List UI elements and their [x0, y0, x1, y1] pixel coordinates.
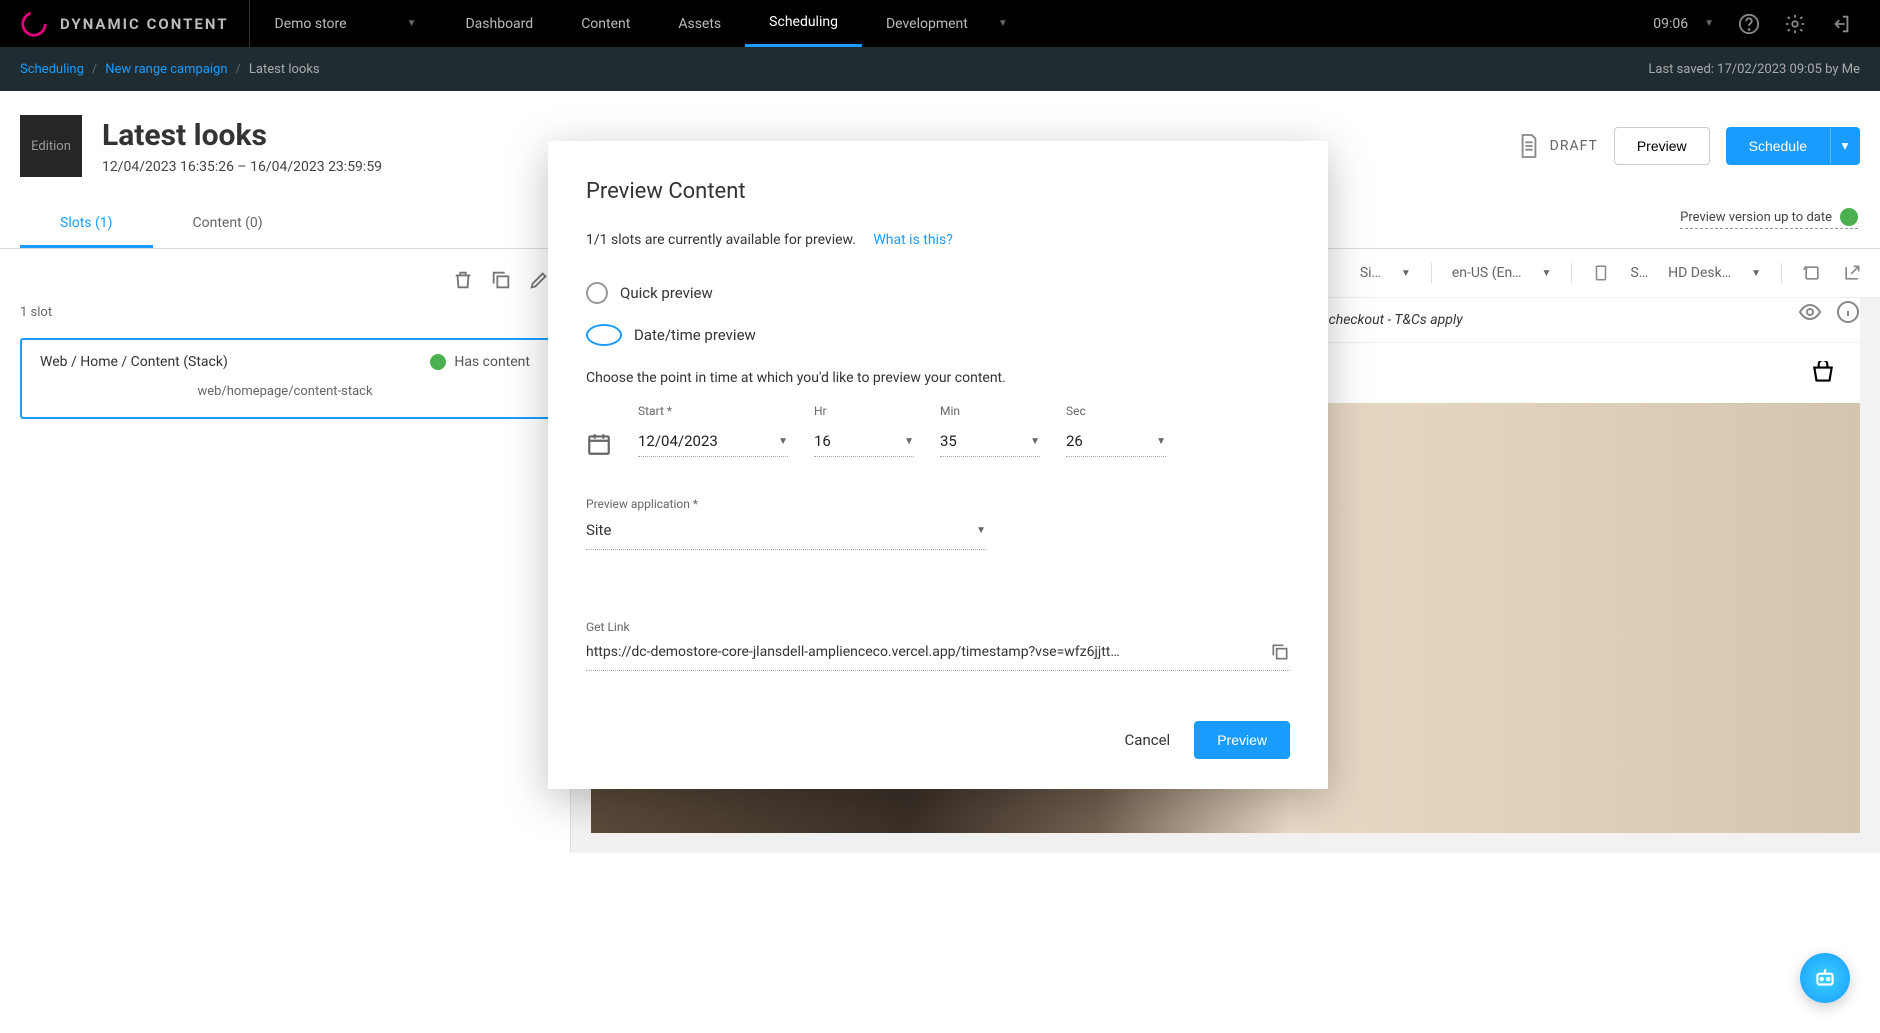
modal-footer: Cancel Preview: [586, 721, 1290, 759]
copy-link-icon[interactable]: [1270, 642, 1290, 662]
quick-preview-option[interactable]: Quick preview: [586, 282, 1290, 304]
start-date-value: 12/04/2023: [638, 432, 718, 450]
hour-value: 16: [814, 432, 831, 450]
slots-availability: 1/1 slots are currently available for pr…: [586, 232, 856, 248]
chevron-down-icon: ▼: [1030, 436, 1040, 447]
modal-subtitle: 1/1 slots are currently available for pr…: [586, 232, 1290, 248]
preview-url: https://dc-demostore-core-jlansdell-ampl…: [586, 644, 1252, 660]
radio-on-icon: [586, 324, 622, 346]
second-label: Sec: [1066, 404, 1166, 418]
modal-preview-button[interactable]: Preview: [1194, 721, 1290, 759]
chevron-down-icon: ▼: [904, 436, 914, 447]
second-value: 26: [1066, 432, 1083, 450]
hour-field[interactable]: Hr 16 ▼: [814, 404, 914, 457]
preview-content-modal: Preview Content 1/1 slots are currently …: [548, 141, 1328, 789]
datetime-preview-option[interactable]: Date/time preview: [586, 324, 1290, 346]
chevron-down-icon: ▼: [976, 525, 986, 536]
cancel-button[interactable]: Cancel: [1125, 731, 1171, 749]
preview-app-label: Preview application *: [586, 497, 1290, 511]
datetime-inputs: Start * 12/04/2023 ▼ Hr 16 ▼ Min 35 ▼ Sec 2…: [586, 404, 1290, 457]
hour-label: Hr: [814, 404, 914, 418]
get-link-label: Get Link: [586, 620, 1290, 634]
get-link-field: Get Link https://dc-demostore-core-jlans…: [586, 620, 1290, 671]
quick-preview-label: Quick preview: [620, 284, 713, 302]
datetime-instruction: Choose the point in time at which you'd …: [586, 370, 1290, 386]
minute-field[interactable]: Min 35 ▼: [940, 404, 1040, 457]
radio-off-icon: [586, 282, 608, 304]
minute-value: 35: [940, 432, 957, 450]
minute-label: Min: [940, 404, 1040, 418]
preview-app-value: Site: [586, 521, 611, 539]
second-field[interactable]: Sec 26 ▼: [1066, 404, 1166, 457]
what-is-this-link[interactable]: What is this?: [873, 232, 952, 248]
modal-title: Preview Content: [586, 179, 1290, 204]
start-date-label: Start *: [638, 404, 788, 418]
chevron-down-icon: ▼: [1156, 436, 1166, 447]
modal-overlay: Preview Content 1/1 slots are currently …: [0, 0, 1880, 1033]
calendar-icon[interactable]: [586, 431, 612, 457]
chevron-down-icon: ▼: [778, 436, 788, 447]
start-date-field[interactable]: Start * 12/04/2023 ▼: [638, 404, 788, 457]
datetime-preview-label: Date/time preview: [634, 326, 756, 344]
preview-application-field[interactable]: Preview application * Site ▼: [586, 497, 1290, 550]
